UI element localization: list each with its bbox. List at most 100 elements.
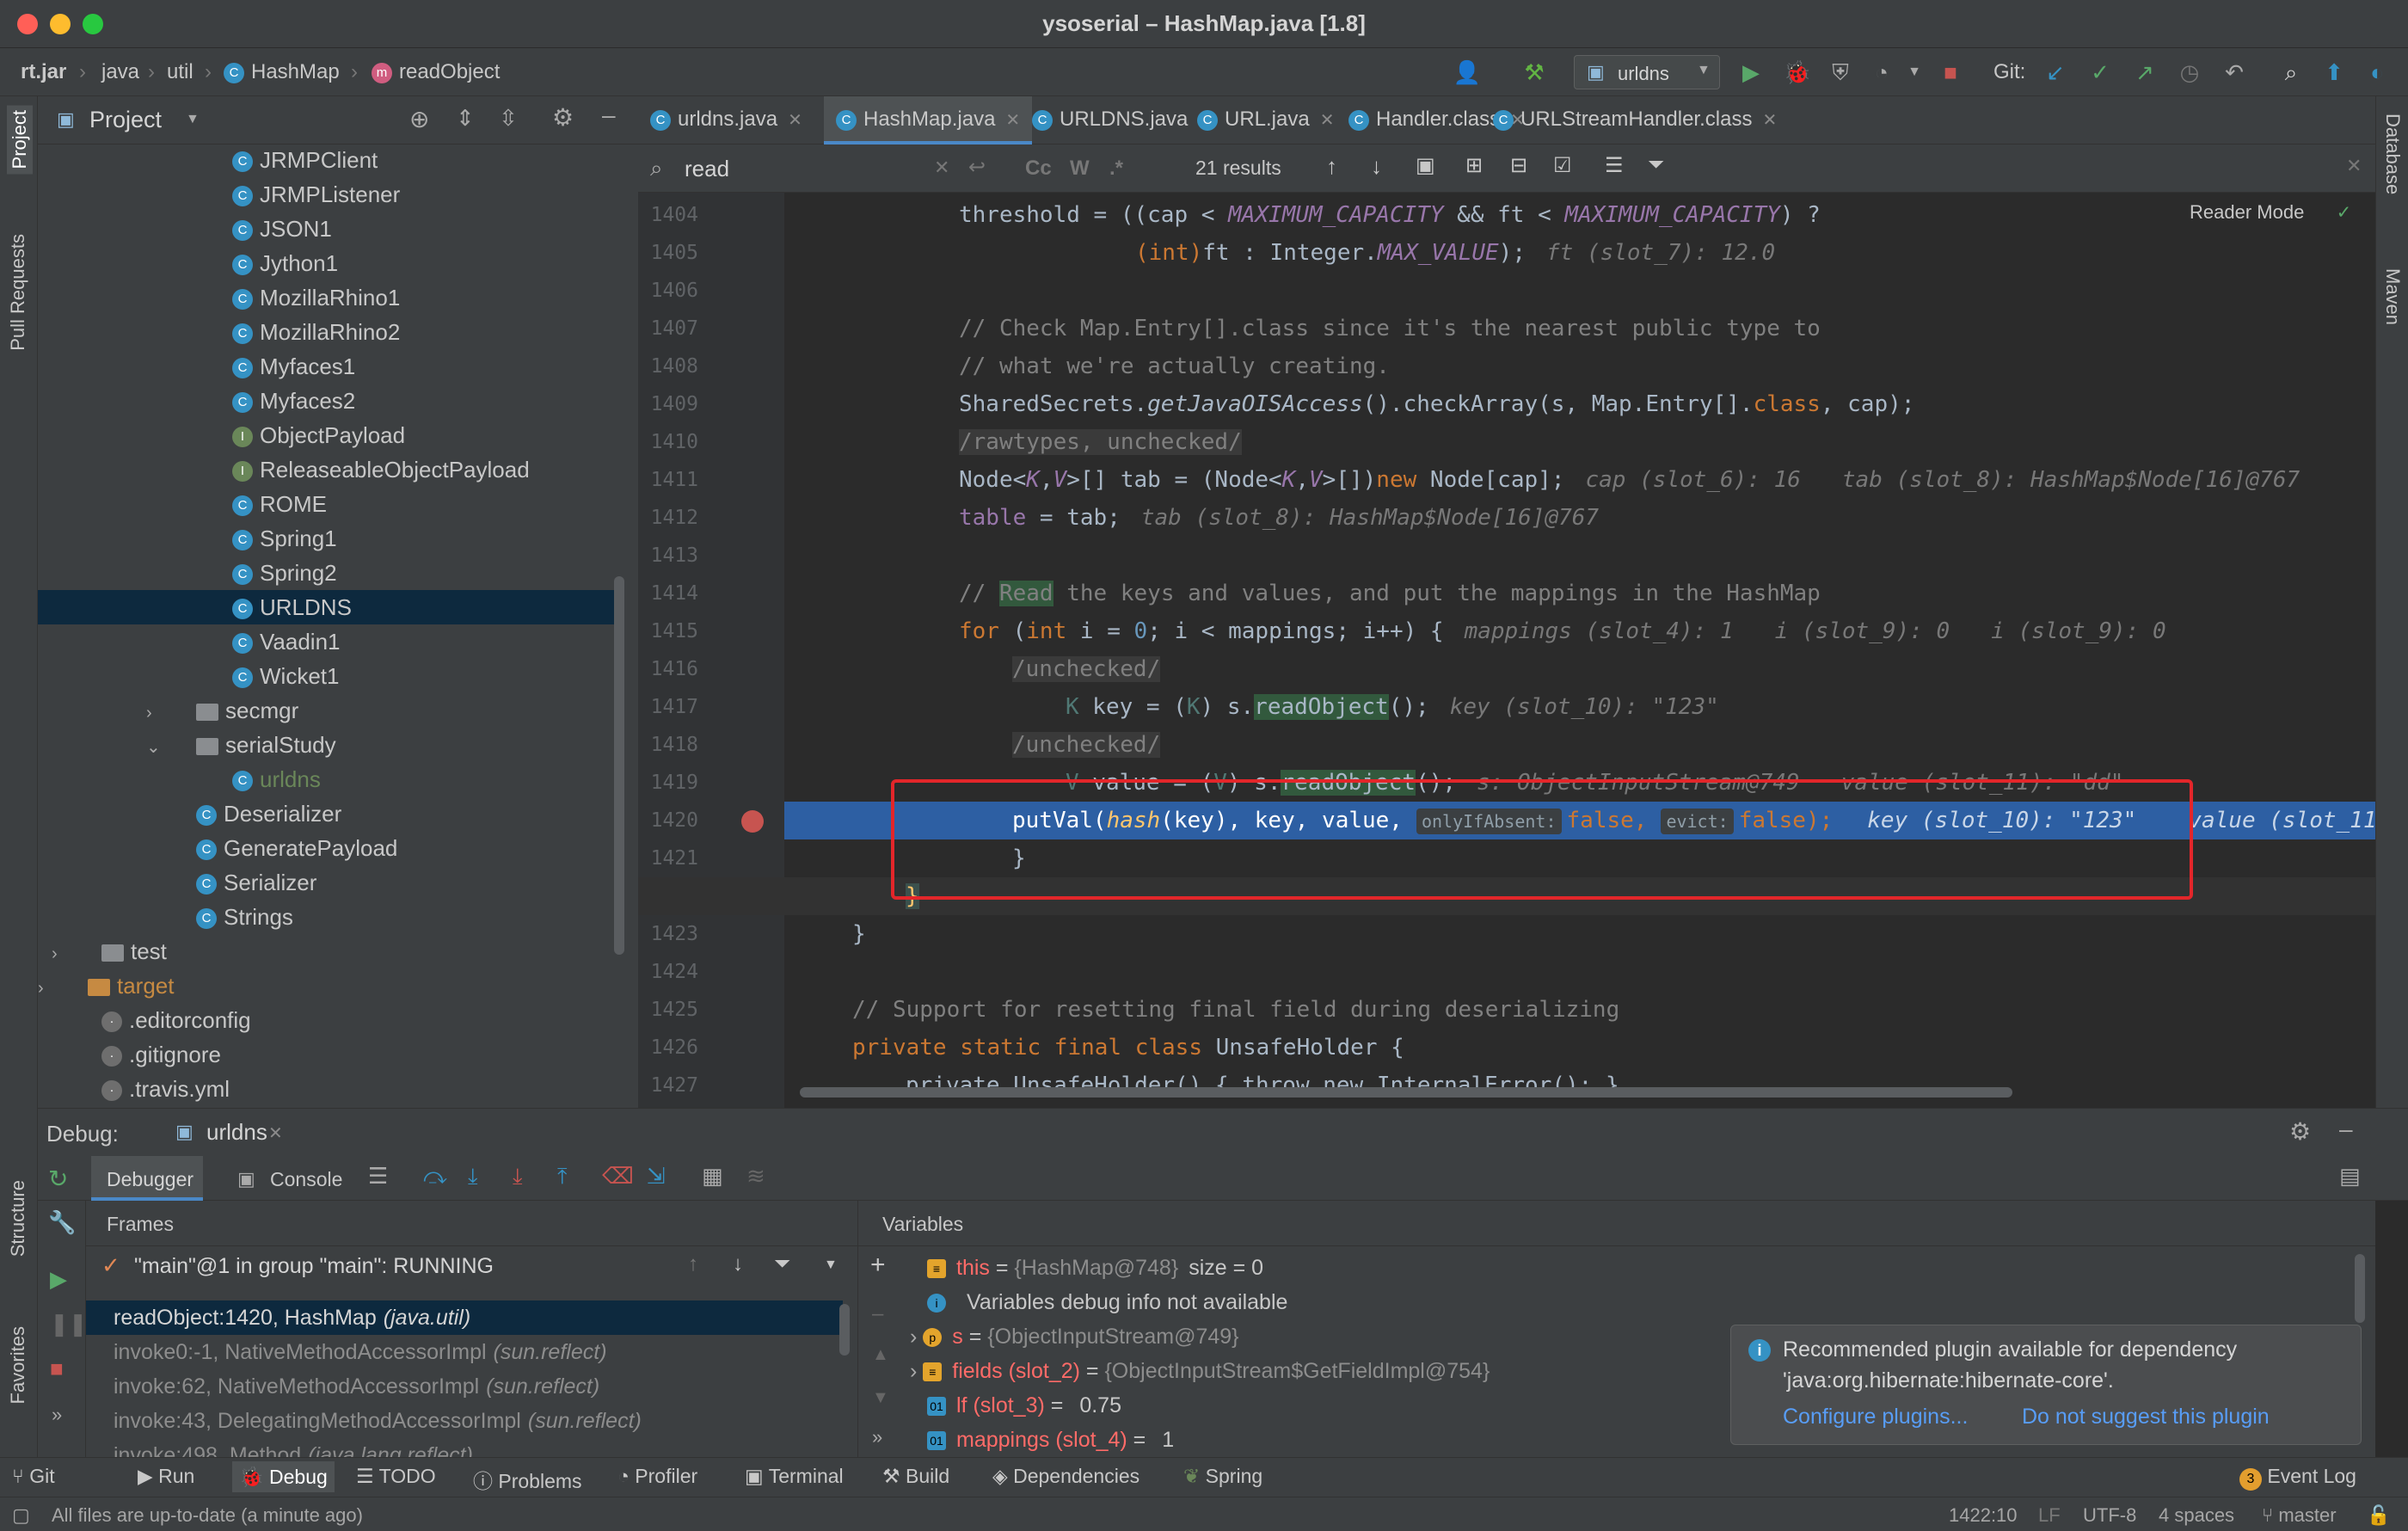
tree-item[interactable]: › secmgr [38, 693, 614, 728]
tree-item[interactable]: ⌄ serialStudy [38, 728, 614, 762]
project-panel-title[interactable]: Project [89, 107, 162, 133]
stack-frame[interactable]: invoke:498, Method (java.lang.reflect) [86, 1438, 843, 1457]
arrow-up-icon[interactable]: ↑ [688, 1252, 698, 1276]
close-icon[interactable]: ✕ [1320, 111, 1335, 130]
layout-icon[interactable]: ☰ [368, 1163, 388, 1190]
stack-frame[interactable]: invoke:43, DelegatingMethodAccessorImpl(… [86, 1404, 843, 1438]
git-rollback-icon[interactable]: ↶ [2219, 57, 2250, 88]
tree-item[interactable]: C Myfaces2 [38, 384, 614, 418]
stop-icon[interactable]: ■ [50, 1356, 64, 1382]
database-tool-button[interactable]: Database [2381, 114, 2404, 194]
chevron-down-icon[interactable]: ▼ [824, 1257, 838, 1273]
move-up-icon[interactable]: ▲ [872, 1345, 889, 1365]
tree-item[interactable]: › test [38, 934, 614, 968]
code-with-me-icon[interactable]: ◐ [2362, 57, 2393, 88]
more-icon[interactable]: » [872, 1426, 882, 1448]
settings-wrench-icon[interactable]: 🔧 [48, 1209, 76, 1236]
tree-item[interactable]: C Jython1 [38, 246, 614, 280]
tree-item[interactable]: C JSON1 [38, 212, 614, 246]
pause-icon[interactable]: ❚❚ [50, 1311, 88, 1337]
file-encoding[interactable]: UTF-8 [2083, 1504, 2136, 1527]
favorites-tool-button[interactable]: Favorites [7, 1326, 29, 1404]
clear-search-icon[interactable]: ✕ [934, 157, 949, 179]
chevron-right-icon[interactable]: › [910, 1359, 923, 1383]
next-occurrence-icon[interactable]: ↓ [1371, 153, 1382, 180]
tree-item[interactable]: C Spring2 [38, 556, 614, 590]
breadcrumb-util[interactable]: util [167, 60, 194, 84]
thread-select[interactable]: "main"@1 in group "main": RUNNING [134, 1254, 494, 1279]
profile-icon[interactable]: ◔ [1866, 57, 1897, 88]
coverage-icon[interactable]: ⛨ [1825, 57, 1856, 88]
gear-icon[interactable]: ⚙ [2289, 1117, 2311, 1146]
run-tool-button[interactable]: ▶ Run [138, 1465, 194, 1488]
arrow-down-icon[interactable]: ↓ [733, 1252, 743, 1276]
spring-tool-button[interactable]: ❦ Spring [1183, 1465, 1262, 1488]
chevron-down-icon[interactable]: ▼ [186, 112, 200, 127]
tree-item[interactable]: C Strings [38, 900, 614, 934]
chevron-right-icon[interactable]: › [146, 696, 169, 730]
step-out-icon[interactable]: ⤒ [557, 1163, 568, 1190]
tree-item[interactable]: C MozillaRhino1 [38, 280, 614, 315]
terminal-tool-button[interactable]: ▣ Terminal [745, 1465, 844, 1488]
variable-row[interactable]: 01 mappings (slot_4) = 1 [910, 1423, 1174, 1457]
user-icon[interactable]: 👤 [1452, 57, 1483, 88]
tree-item[interactable]: Curldns [38, 762, 614, 796]
close-icon[interactable]: ✕ [788, 111, 802, 130]
indent-setting[interactable]: 4 spaces [2159, 1504, 2234, 1527]
project-tool-button[interactable]: Project [7, 105, 33, 175]
breadcrumb-readobject[interactable]: m readObject [372, 60, 500, 84]
chevron-right-icon[interactable]: › [910, 1325, 923, 1349]
editor-tab[interactable]: C HashMap.java ✕ [824, 96, 1033, 144]
project-scrollbar[interactable] [614, 576, 624, 955]
restore-layout-icon[interactable]: ▤ [2339, 1163, 2361, 1190]
breakpoint-icon[interactable] [741, 810, 764, 833]
remove-occurrence-icon[interactable]: ⊟ [1510, 153, 1527, 178]
expand-all-icon[interactable]: ⇕ [456, 105, 475, 132]
breadcrumb-jar[interactable]: rt.jar [21, 60, 66, 84]
structure-tool-button[interactable]: Structure [7, 1180, 29, 1257]
git-update-icon[interactable]: ↙ [2040, 57, 2071, 88]
filter-icon[interactable]: ⏷ [1648, 153, 1664, 177]
tree-item[interactable]: C Vaadin1 [38, 624, 614, 659]
close-find-icon[interactable]: ✕ [2346, 155, 2362, 177]
tree-item[interactable]: · .gitignore [38, 1037, 614, 1072]
gear-icon[interactable]: ⚙ [552, 103, 574, 132]
build-hammer-icon[interactable]: ⚒ [1519, 57, 1550, 88]
tree-item[interactable]: C Serializer [38, 865, 614, 900]
run-to-cursor-icon[interactable]: ⇲ [647, 1163, 666, 1190]
editor-tab[interactable]: Curldns.java ✕ [638, 96, 814, 144]
close-icon[interactable]: ✕ [1762, 111, 1777, 130]
filter-options-icon[interactable]: ☰ [1605, 153, 1624, 178]
tree-item[interactable]: C Spring1 [38, 521, 614, 556]
search-history-icon[interactable]: ↩ [968, 155, 986, 180]
variables-scrollbar[interactable] [2355, 1254, 2365, 1323]
code-editor[interactable]: 1404 1405 1406 1407 1408 1409 1410 1411 1412 1413… [638, 193, 2375, 1108]
evaluate-expression-icon[interactable]: ▦ [702, 1163, 723, 1190]
build-tool-button[interactable]: ⚒ Build [882, 1465, 949, 1488]
stack-frame[interactable]: invoke:62, NativeMethodAccessorImpl (sun.… [86, 1369, 843, 1404]
tree-item[interactable]: C Deserializer [38, 796, 614, 831]
step-into-icon[interactable]: ⤓ [468, 1163, 478, 1190]
tree-item[interactable]: C GeneratePayload [38, 831, 614, 865]
search-icon[interactable]: ⌕ [2276, 57, 2307, 88]
tree-item[interactable]: C JRMPClient [38, 144, 614, 177]
chevron-right-icon[interactable]: › [52, 937, 74, 971]
git-branch-button[interactable]: ⑂ master [2262, 1504, 2337, 1527]
event-log-button[interactable]: 3 Event Log [2239, 1465, 2356, 1491]
add-occurrence-icon[interactable]: ⊞ [1465, 153, 1483, 178]
git-push-icon[interactable]: ↗ [2129, 57, 2160, 88]
variable-row[interactable]: i Variables debug info not available [910, 1285, 1287, 1319]
git-tool-button[interactable]: ⑂ Git [12, 1465, 55, 1488]
debug-session-tab[interactable]: urldns [206, 1119, 267, 1146]
console-tab[interactable]: Console [270, 1168, 342, 1191]
tree-item[interactable]: C Myfaces1 [38, 349, 614, 384]
status-square-icon[interactable]: ▢ [12, 1504, 30, 1527]
stack-frame[interactable]: readObject:1420, HashMap (java.util) [86, 1300, 843, 1335]
debug-tool-button[interactable]: 🐞 Debug [232, 1461, 335, 1492]
tree-item[interactable]: · .editorconfig [38, 1003, 614, 1037]
previous-occurrence-icon[interactable]: ↑ [1326, 153, 1337, 180]
editor-tab[interactable]: C URLStreamHandler.class ✕ [1481, 96, 1789, 144]
force-step-into-icon[interactable]: ⤓ [513, 1163, 523, 1190]
tree-item[interactable]: › target [38, 968, 614, 1003]
remove-watch-icon[interactable]: – [872, 1302, 883, 1326]
